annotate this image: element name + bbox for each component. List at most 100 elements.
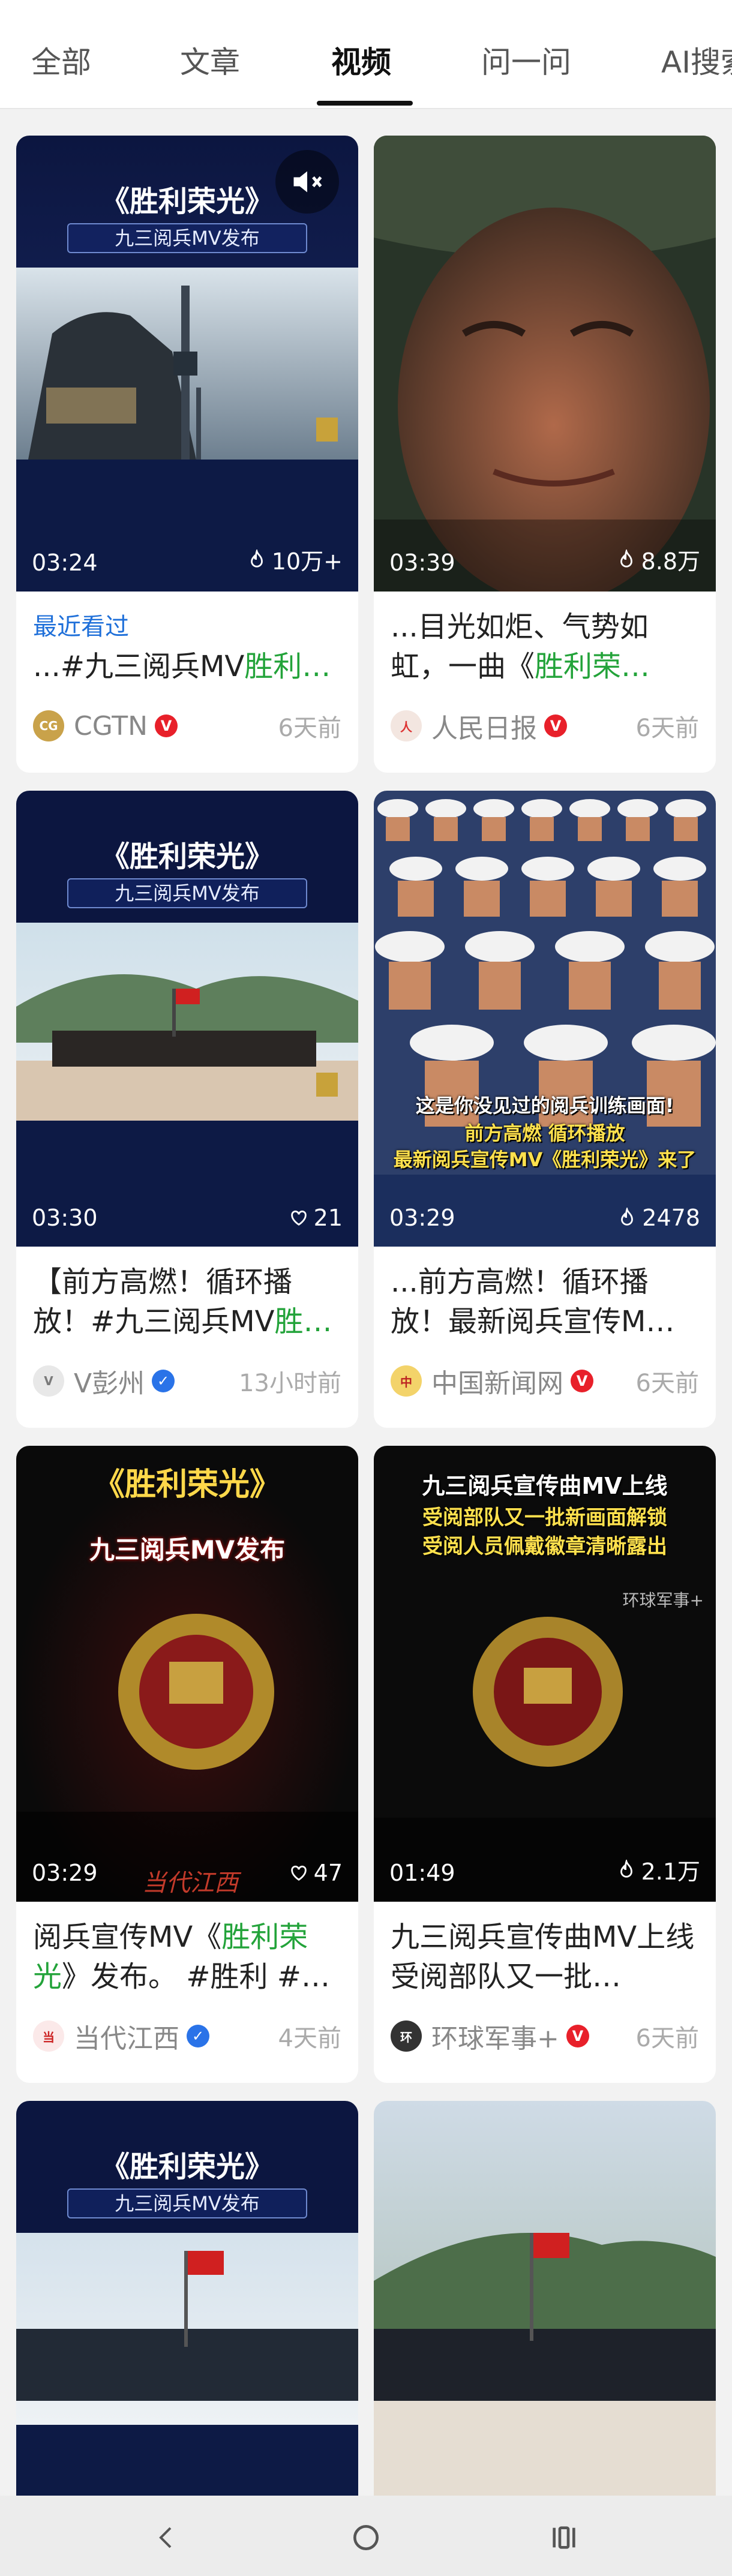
- back-icon: [159, 2527, 172, 2548]
- play-count: 21: [289, 1205, 343, 1231]
- back-button[interactable]: [143, 2514, 191, 2562]
- video-duration: 03:39: [389, 550, 455, 576]
- title-highlight: 胜利荣…: [535, 650, 650, 683]
- video-thumbnail[interactable]: 《胜利荣光》 九三阅兵MV发布 03:24 10万+: [16, 136, 358, 592]
- author-name: V彭州: [74, 1368, 145, 1399]
- thumbnail-caption-2: 前方高燃 循环播放: [464, 1122, 625, 1145]
- title-text-end: 》发布。 #胜利 #…: [62, 1960, 330, 1993]
- home-button[interactable]: [342, 2514, 390, 2562]
- video-title[interactable]: 【前方高燃！循环播放！#九三阅兵MV胜…: [33, 1262, 341, 1341]
- watermark: 当代江西: [142, 1869, 238, 1897]
- author-row[interactable]: 人 人民日报 V 6天前: [391, 708, 699, 744]
- play-count-value: 10万+: [271, 548, 343, 575]
- video-card[interactable]: 《胜利荣光》 九三阅兵MV发布 03:24 10万+ 最近看过 ...#九三阅兵…: [16, 136, 358, 773]
- avatar: 当: [33, 2020, 64, 2052]
- watermark: 环球军事+: [622, 1590, 704, 1610]
- video-title[interactable]: ...前方高燃！循环播放！最新阅兵宣传M…: [391, 1262, 699, 1341]
- heart-icon: [290, 1210, 307, 1226]
- thumbnail-image: [374, 2101, 716, 2557]
- title-text: 九三阅兵宣传曲MV上线 受阅部队又一批…: [391, 1920, 695, 1993]
- video-card[interactable]: 《胜利荣光》 九三阅兵MV发布 当代江西 03:29 47 阅兵宣传MV《胜利荣…: [16, 1446, 358, 2083]
- home-icon: [353, 2525, 379, 2550]
- card-info: ...前方高燃！循环播放！最新阅兵宣传M…: [374, 1247, 716, 1341]
- tab-ask[interactable]: 问一问: [481, 38, 571, 82]
- video-title[interactable]: 九三阅兵宣传曲MV上线 受阅部队又一批…: [391, 1917, 699, 1996]
- card-info: 最近看过 ...#九三阅兵MV胜利…: [16, 592, 358, 686]
- thumbnail-title: 《胜利荣光》: [93, 1467, 281, 1503]
- video-card[interactable]: [374, 2101, 716, 2557]
- author-row[interactable]: 环 环球军事+ V 6天前: [391, 2018, 699, 2054]
- play-count: 10万+: [247, 543, 343, 576]
- video-title[interactable]: ...目光如炬、气势如虹，一曲《胜利荣…: [391, 607, 699, 686]
- thumbnail-caption-3: 受阅人员佩戴徽章清晰露出: [422, 1535, 667, 1559]
- mute-button[interactable]: [275, 150, 339, 214]
- tab-articles[interactable]: 文章: [180, 38, 240, 82]
- video-card[interactable]: 九三阅兵宣传曲MV上线 受阅部队又一批新画面解锁 受阅人员佩戴徽章清晰露出 环球…: [374, 1446, 716, 2083]
- author-row[interactable]: 中 中国新闻网 V 6天前: [391, 1363, 699, 1399]
- video-duration: 03:29: [389, 1205, 455, 1231]
- thumbnail-caption-1: 这是你没见过的阅兵训练画面!: [415, 1094, 674, 1117]
- video-duration: 03:29: [32, 1860, 98, 1886]
- thumbnail-caption-3: 最新阅兵宣传MV《胜利荣光》来了: [393, 1148, 697, 1171]
- active-tab-indicator: [317, 101, 413, 106]
- video-thumbnail[interactable]: 这是你没见过的阅兵训练画面! 前方高燃 循环播放 最新阅兵宣传MV《胜利荣光》来…: [374, 791, 716, 1247]
- video-thumbnail[interactable]: 03:39 8.8万: [374, 136, 716, 592]
- tab-all[interactable]: 全部: [31, 38, 91, 82]
- thumbnail-caption-1: 九三阅兵宣传曲MV上线: [422, 1473, 668, 1499]
- title-text: ...#九三阅兵MV: [33, 650, 245, 683]
- verified-icon: V: [566, 2025, 589, 2047]
- author-name: 环球军事+: [431, 2023, 559, 2054]
- video-title[interactable]: 阅兵宣传MV《胜利荣光》发布。 #胜利 #…: [33, 1917, 341, 1996]
- video-card[interactable]: 这是你没见过的阅兵训练画面! 前方高燃 循环播放 最新阅兵宣传MV《胜利荣光》来…: [374, 791, 716, 1428]
- system-navigation-bar: [0, 2496, 732, 2576]
- play-count: 2.1万: [616, 1853, 700, 1886]
- video-thumbnail[interactable]: 《胜利荣光》 九三阅兵MV发布 03:30 21: [16, 791, 358, 1247]
- thumbnail-caption-2: 受阅部队又一批新画面解锁: [422, 1506, 667, 1530]
- thumbnail-image: [374, 791, 716, 1247]
- video-card[interactable]: 《胜利荣光》 九三阅兵MV发布 03:30 21 【前方高燃！循环播放！#九三阅…: [16, 791, 358, 1428]
- title-text: 【前方高燃！循环播放！#九三阅兵MV: [33, 1265, 293, 1338]
- author-name: 中国新闻网: [431, 1368, 563, 1399]
- heart-icon: [290, 1865, 307, 1881]
- thumbnail-title: 《胜利荣光》: [100, 2150, 274, 2184]
- card-info: 【前方高燃！循环播放！#九三阅兵MV胜…: [16, 1247, 358, 1341]
- avatar: 人: [391, 710, 422, 741]
- thumbnail-subtitle: 九三阅兵MV发布: [67, 878, 307, 908]
- play-count-value: 2478: [642, 1205, 700, 1231]
- video-card[interactable]: 《胜利荣光》 九三阅兵MV发布: [16, 2101, 358, 2557]
- thumbnail-subtitle: 九三阅兵MV发布: [89, 1535, 286, 1565]
- tab-videos[interactable]: 视频: [331, 38, 391, 82]
- play-count: 2478: [617, 1205, 700, 1231]
- author-row[interactable]: 当 当代江西 ✓ 4天前: [33, 2018, 341, 2054]
- tab-ai-search[interactable]: AI搜索: [661, 38, 732, 82]
- like-count-value: 21: [313, 1205, 343, 1231]
- post-time: 13小时前: [239, 1370, 341, 1397]
- recents-icon: [553, 2526, 575, 2549]
- video-thumbnail[interactable]: [374, 2101, 716, 2557]
- author-row[interactable]: CG CGTN V 6天前: [33, 708, 341, 744]
- video-thumbnail[interactable]: 《胜利荣光》 九三阅兵MV发布: [16, 2101, 358, 2557]
- video-duration: 03:30: [32, 1205, 98, 1231]
- muted-speaker-icon: [293, 171, 322, 193]
- video-thumbnail[interactable]: 《胜利荣光》 九三阅兵MV发布 当代江西 03:29 47: [16, 1446, 358, 1902]
- post-time: 6天前: [278, 714, 341, 742]
- video-thumbnail[interactable]: 九三阅兵宣传曲MV上线 受阅部队又一批新画面解锁 受阅人员佩戴徽章清晰露出 环球…: [374, 1446, 716, 1902]
- video-card[interactable]: 03:39 8.8万 ...目光如炬、气势如虹，一曲《胜利荣… 人 人民日报 V…: [374, 136, 716, 773]
- card-info: ...目光如炬、气势如虹，一曲《胜利荣…: [374, 592, 716, 686]
- author-row[interactable]: V V彭州 ✓ 13小时前: [33, 1363, 341, 1399]
- video-title[interactable]: ...#九三阅兵MV胜利…: [33, 647, 341, 686]
- title-highlight: 胜…: [274, 1305, 332, 1338]
- verified-icon: ✓: [152, 1370, 175, 1392]
- thumbnail-image: [374, 136, 716, 592]
- thumbnail-subtitle: 九三阅兵MV发布: [67, 223, 307, 253]
- card-info: 阅兵宣传MV《胜利荣光》发布。 #胜利 #…: [16, 1902, 358, 1996]
- avatar: 环: [391, 2020, 422, 2052]
- recents-button[interactable]: [540, 2514, 588, 2562]
- recently-watched-label: 最近看过: [33, 613, 129, 641]
- play-count-value: 8.8万: [641, 548, 700, 575]
- thumbnail-subtitle: 九三阅兵MV发布: [67, 2188, 307, 2218]
- title-highlight: 胜利…: [244, 650, 331, 683]
- thumbnail-image: [16, 1446, 358, 1902]
- post-time: 6天前: [635, 714, 699, 742]
- author-name: 人民日报: [431, 713, 537, 744]
